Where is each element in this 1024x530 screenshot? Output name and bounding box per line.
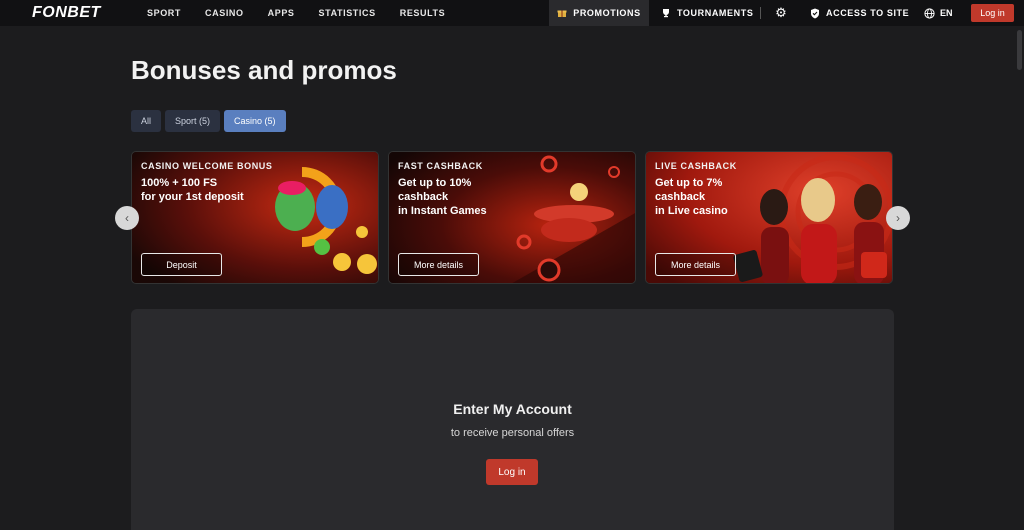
more-details-button[interactable]: More details [655,253,736,276]
page-title: Bonuses and promos [131,55,397,85]
card-headline: 100% + 100 FS for your 1st deposit [141,177,244,203]
nav-promotions[interactable]: PROMOTIONS [549,0,649,26]
nav-tournaments[interactable]: TOURNAMENTS [661,0,753,26]
card-headline: Get up to 7% cashback in Live casino [655,177,728,217]
gift-icon [557,10,567,17]
account-heading: Enter My Account [453,401,572,417]
card-headline: Get up to 10% cashback in Instant Games [398,177,487,217]
chevron-left-icon: ‹ [125,211,129,225]
card-kicker: FAST CASHBACK [398,161,483,171]
carousel-prev-button[interactable]: ‹ [115,206,139,230]
more-details-button[interactable]: More details [398,253,479,276]
gear-icon[interactable]: ⚙ [774,6,788,20]
filter-chips: All Sport (5) Casino (5) [131,110,286,132]
scrollbar[interactable] [1015,26,1024,530]
account-panel: Enter My Account to receive personal off… [131,309,894,530]
scrollbar-thumb[interactable] [1017,30,1022,70]
access-label: ACCESS TO SITE [826,8,910,18]
main-nav: SPORT CASINO APPS STATISTICS RESULTS [147,0,469,26]
access-to-site-link[interactable]: ACCESS TO SITE [810,0,909,26]
nav-results[interactable]: RESULTS [400,8,446,18]
tournaments-label: TOURNAMENTS [677,8,754,18]
trophy-icon [663,9,669,18]
promo-card-live-cashback[interactable]: LIVE CASHBACK Get up to 7% cashback in L… [645,151,893,284]
nav-sport[interactable]: SPORT [147,8,181,18]
shield-icon [811,8,819,18]
filter-sport[interactable]: Sport (5) [165,110,221,132]
nav-apps[interactable]: APPS [268,8,295,18]
filter-casino[interactable]: Casino (5) [224,110,286,132]
card-kicker: LIVE CASHBACK [655,161,737,171]
header-login-button[interactable]: Log in [971,4,1014,22]
promo-card-fast-cashback[interactable]: FAST CASHBACK Get up to 10% cashback in … [388,151,636,284]
nav-casino[interactable]: CASINO [205,8,244,18]
language-selector[interactable]: EN [924,0,953,26]
chevron-right-icon: › [896,211,900,225]
account-login-button[interactable]: Log in [486,459,538,485]
promo-card-welcome[interactable]: CASINO WELCOME BONUS 100% + 100 FS for y… [131,151,379,284]
account-subtext: to receive personal offers [450,427,575,439]
promotions-label: PROMOTIONS [573,8,641,18]
logo[interactable]: FONBET [32,4,101,22]
carousel-next-button[interactable]: › [886,206,910,230]
deposit-button[interactable]: Deposit [141,253,222,276]
card-kicker: CASINO WELCOME BONUS [141,161,273,171]
divider [760,7,761,19]
nav-statistics[interactable]: STATISTICS [319,8,376,18]
globe-icon [924,7,935,19]
filter-all[interactable]: All [131,110,162,132]
language-label: EN [940,8,953,18]
